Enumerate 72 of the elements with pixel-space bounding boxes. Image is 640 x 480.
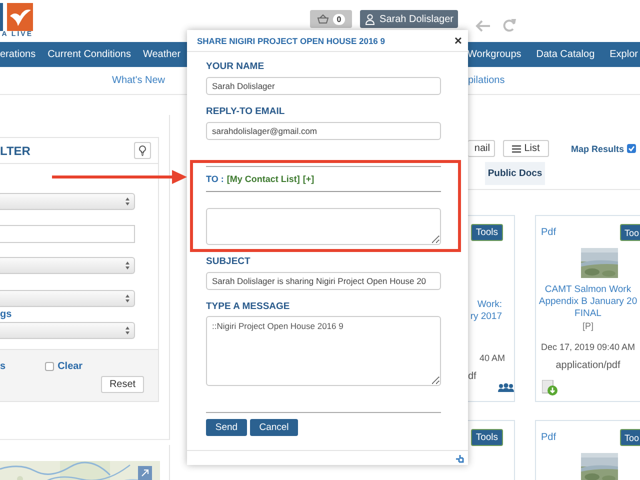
select-arrows-icon <box>125 197 130 206</box>
tools-button[interactable]: Too <box>620 429 640 446</box>
input-field[interactable] <box>0 225 135 243</box>
reset-button[interactable]: Reset <box>101 376 144 393</box>
file-type-text: application/pdf <box>554 360 622 371</box>
download-icon[interactable] <box>542 380 558 396</box>
input-field[interactable]: Sarah Dolislager is sharing Nigiri Project Open House 20 <box>206 272 441 290</box>
field-label: gs <box>0 310 13 320</box>
field-label: YOUR NAME <box>206 61 266 73</box>
date-text: Dec 17, 2019 09:40 AM <box>540 342 636 352</box>
dialog-button[interactable]: Send <box>206 419 247 436</box>
nav-link[interactable]: Explor <box>610 49 638 60</box>
tools-button[interactable]: Tools <box>470 224 503 241</box>
nav-link[interactable]: Current Conditions <box>48 49 131 60</box>
close-button[interactable]: × <box>454 34 462 47</box>
checkbox[interactable] <box>44 362 54 370</box>
nav-link[interactable]: Workgroups <box>468 49 522 60</box>
input-field[interactable]: Sarah Dolislager <box>206 77 441 95</box>
tools-button[interactable]: Too <box>620 224 640 241</box>
select-arrows-icon <box>125 294 130 303</box>
subnav-link[interactable]: What's New <box>112 75 166 86</box>
view-button[interactable]: List <box>503 140 549 157</box>
checkbox-label: Map Results <box>571 144 624 154</box>
nav-link[interactable]: Weather <box>142 49 181 60</box>
basket-icon <box>316 14 329 24</box>
person-icon <box>364 14 375 24</box>
document-title-link[interactable]: Work: ry 2017 <box>470 299 514 323</box>
field-label: SUBJECT <box>206 256 252 268</box>
subnav-link[interactable]: pilations <box>468 75 505 86</box>
count-badge: 0 <box>332 14 346 24</box>
select-arrows-icon <box>125 261 130 270</box>
access-tag: [P] <box>536 321 640 331</box>
date-text: 40 AM <box>479 353 506 363</box>
contact-list-link[interactable]: [My Contact List] <box>226 174 300 184</box>
field-label: TO : <box>206 174 224 184</box>
field-label: s <box>0 360 6 372</box>
input-field[interactable]: sarahdolislager@gmail.com <box>206 122 441 140</box>
dialog-title: SHARE NIGIRI PROJECT OPEN HOUSE 2016 9 <box>197 36 385 46</box>
field-label: TYPE A MESSAGE <box>206 301 291 313</box>
tab[interactable]: Public Docs <box>485 162 545 185</box>
file-type-text: df <box>468 371 476 382</box>
nav-link[interactable]: Data Catalog <box>536 49 595 60</box>
file-type-label: Pdf <box>541 432 556 443</box>
add-contact-link[interactable]: [+] <box>302 174 314 184</box>
dropdown[interactable] <box>0 193 135 210</box>
group-icon <box>498 383 514 392</box>
expand-icon[interactable] <box>138 466 152 480</box>
dialog-button[interactable]: Cancel <box>250 419 298 436</box>
redo-icon[interactable] <box>503 18 516 32</box>
resize-icon[interactable] <box>455 454 464 462</box>
field-label: REPLY-TO EMAIL <box>206 106 286 118</box>
help-button[interactable] <box>134 142 151 159</box>
checkbox[interactable] <box>627 144 636 153</box>
dropdown[interactable] <box>0 257 135 274</box>
cart-button[interactable]: 0 <box>310 10 352 28</box>
user-button[interactable]: Sarah Dolislager <box>360 10 458 28</box>
tools-button[interactable]: Tools <box>470 429 503 446</box>
select-arrows-icon <box>125 326 130 335</box>
panel-title: LTER <box>0 144 30 158</box>
nav-link[interactable]: erations <box>0 49 36 60</box>
help-icon <box>138 145 147 156</box>
text-area[interactable] <box>206 208 441 245</box>
dropdown[interactable] <box>0 290 135 307</box>
dropdown[interactable] <box>0 322 135 339</box>
list-icon <box>512 144 522 152</box>
view-button[interactable]: nail <box>468 140 495 157</box>
logo-icon <box>0 3 33 31</box>
checkbox-label: Clear <box>58 360 83 372</box>
text-area[interactable]: ::Nigiri Project Open House 2016 9 <box>206 316 441 386</box>
back-arrow-icon[interactable] <box>475 20 491 32</box>
document-title-link[interactable]: CAMT Salmon Work Appendix B January 20 FINAL <box>536 284 640 320</box>
file-type-label: Pdf <box>541 227 556 238</box>
